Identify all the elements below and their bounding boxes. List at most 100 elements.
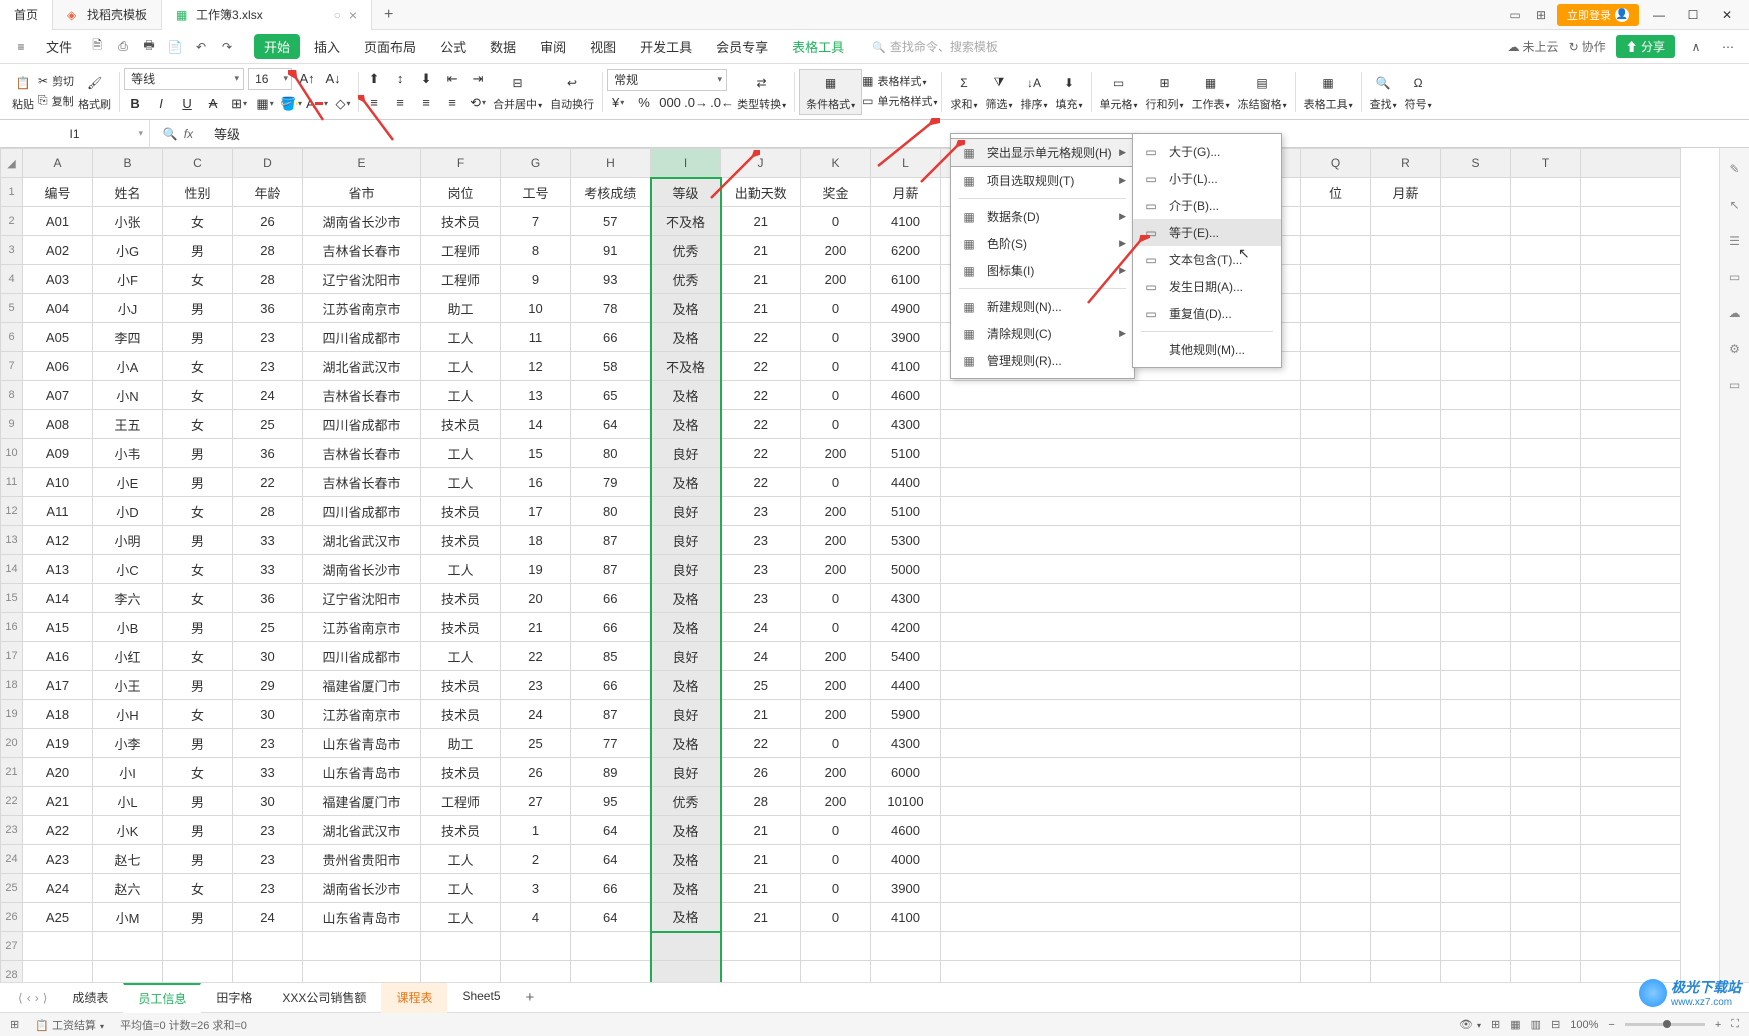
mode-icon[interactable]: ⊞ xyxy=(10,1018,19,1031)
cell-21-11[interactable]: 6000 xyxy=(871,758,941,787)
find-button[interactable]: 🔍查找▾ xyxy=(1366,72,1401,112)
col-header-T[interactable]: T xyxy=(1511,149,1581,178)
row-header-10[interactable]: 10 xyxy=(1,439,23,468)
cell-20-8[interactable]: 及格 xyxy=(651,729,721,758)
cell-10-8[interactable]: 良好 xyxy=(651,439,721,468)
cell-11-8[interactable]: 及格 xyxy=(651,468,721,497)
cell-16-1[interactable]: 小B xyxy=(93,613,163,642)
cell-14-4[interactable]: 湖南省长沙市 xyxy=(303,555,421,584)
cell-12-8[interactable]: 良好 xyxy=(651,497,721,526)
cell-19-11[interactable]: 5900 xyxy=(871,700,941,729)
cell-28-3[interactable] xyxy=(233,961,303,983)
col-header-B[interactable]: B xyxy=(93,149,163,178)
command-search[interactable]: 查找命令、搜索模板 xyxy=(858,38,998,55)
cell-4-11[interactable]: 6100 xyxy=(871,265,941,294)
autowrap-button[interactable]: ↩ 自动换行 xyxy=(546,72,598,112)
cell-15-9[interactable]: 23 xyxy=(721,584,801,613)
cell-2-10[interactable]: 0 xyxy=(801,207,871,236)
cell-13-9[interactable]: 23 xyxy=(721,526,801,555)
cell-19-6[interactable]: 24 xyxy=(501,700,571,729)
cell-pattern-icon[interactable]: ▦▾ xyxy=(254,94,276,114)
cell-7-3[interactable]: 23 xyxy=(233,352,303,381)
cell-22-10[interactable]: 200 xyxy=(801,787,871,816)
row-header-5[interactable]: 5 xyxy=(1,294,23,323)
row-header-21[interactable]: 21 xyxy=(1,758,23,787)
cell-22-1[interactable]: 小L xyxy=(93,787,163,816)
strike-icon[interactable]: A xyxy=(202,94,224,114)
sum-button[interactable]: Σ求和▾ xyxy=(946,72,981,112)
menu-start[interactable]: 开始 xyxy=(254,34,300,59)
cell-13-11[interactable]: 5300 xyxy=(871,526,941,555)
cell-16-6[interactable]: 21 xyxy=(501,613,571,642)
cell-2-4[interactable]: 湖南省长沙市 xyxy=(303,207,421,236)
cell-24-10[interactable]: 0 xyxy=(801,845,871,874)
cell-5-11[interactable]: 4900 xyxy=(871,294,941,323)
cell-8-8[interactable]: 及格 xyxy=(651,381,721,410)
align-center-icon[interactable]: ≡ xyxy=(389,93,411,113)
cell-9-8[interactable]: 及格 xyxy=(651,410,721,439)
cell-15-5[interactable]: 技术员 xyxy=(421,584,501,613)
row-header-17[interactable]: 17 xyxy=(1,642,23,671)
cell-10-4[interactable]: 吉林省长春市 xyxy=(303,439,421,468)
menu1-item-0[interactable]: ▦ 突出显示单元格规则(H) ▶ xyxy=(950,138,1135,167)
cell-16-4[interactable]: 江苏省南京市 xyxy=(303,613,421,642)
copy-button[interactable]: 复制 xyxy=(52,93,74,109)
cell-9-1[interactable]: 王五 xyxy=(93,410,163,439)
maximize-button[interactable]: ☐ xyxy=(1679,1,1707,29)
font-grow-icon[interactable]: A↑ xyxy=(296,69,318,89)
cell-6-7[interactable]: 66 xyxy=(571,323,651,352)
cell-12-9[interactable]: 23 xyxy=(721,497,801,526)
cell-4-4[interactable]: 辽宁省沈阳市 xyxy=(303,265,421,294)
cell-20-1[interactable]: 小李 xyxy=(93,729,163,758)
cell-6-3[interactable]: 23 xyxy=(233,323,303,352)
cell-11-6[interactable]: 16 xyxy=(501,468,571,497)
cell-10-9[interactable]: 22 xyxy=(721,439,801,468)
menu-view[interactable]: 视图 xyxy=(580,33,626,60)
cell-14-0[interactable]: A13 xyxy=(23,555,93,584)
undo-icon[interactable]: ↶ xyxy=(190,36,212,58)
sheet-tab-4[interactable]: 课程表 xyxy=(381,983,447,1013)
cell-4-5[interactable]: 工程师 xyxy=(421,265,501,294)
align-dist-icon[interactable]: ≡ xyxy=(441,93,463,113)
cell-9-6[interactable]: 14 xyxy=(501,410,571,439)
col-header-E[interactable]: E xyxy=(303,149,421,178)
cell-header-10[interactable]: 奖金 xyxy=(801,178,871,207)
cell-22-11[interactable]: 10100 xyxy=(871,787,941,816)
cell-14-5[interactable]: 工人 xyxy=(421,555,501,584)
dec-dec-icon[interactable]: .0← xyxy=(711,93,733,113)
cell-2-5[interactable]: 技术员 xyxy=(421,207,501,236)
percent-icon[interactable]: % xyxy=(633,93,655,113)
cell-23-4[interactable]: 湖北省武汉市 xyxy=(303,816,421,845)
worksheet-button[interactable]: ▦工作表▾ xyxy=(1188,72,1234,112)
fx-icon[interactable]: fx xyxy=(184,127,193,141)
align-left-icon[interactable]: ≡ xyxy=(363,93,385,113)
sidebar-clipboard-icon[interactable]: ☰ xyxy=(1726,232,1744,250)
cell-16-7[interactable]: 66 xyxy=(571,613,651,642)
cell-9-0[interactable]: A08 xyxy=(23,410,93,439)
row-header-4[interactable]: 4 xyxy=(1,265,23,294)
menu1-item-4[interactable]: ▦ 图标集(I) ▶ xyxy=(951,257,1134,284)
cell-5-6[interactable]: 10 xyxy=(501,294,571,323)
cell-28-2[interactable] xyxy=(163,961,233,983)
cell-13-0[interactable]: A12 xyxy=(23,526,93,555)
cell-5-10[interactable]: 0 xyxy=(801,294,871,323)
cell-13-1[interactable]: 小明 xyxy=(93,526,163,555)
cell-19-7[interactable]: 87 xyxy=(571,700,651,729)
cell-header-5[interactable]: 岗位 xyxy=(421,178,501,207)
cell-20-10[interactable]: 0 xyxy=(801,729,871,758)
cell-13-10[interactable]: 200 xyxy=(801,526,871,555)
cell-2-0[interactable]: A01 xyxy=(23,207,93,236)
cell-19-4[interactable]: 江苏省南京市 xyxy=(303,700,421,729)
cell-17-10[interactable]: 200 xyxy=(801,642,871,671)
cell-4-3[interactable]: 28 xyxy=(233,265,303,294)
cell-header-6[interactable]: 工号 xyxy=(501,178,571,207)
row-header-23[interactable]: 23 xyxy=(1,816,23,845)
cell-10-6[interactable]: 15 xyxy=(501,439,571,468)
cell-22-6[interactable]: 27 xyxy=(501,787,571,816)
align-top-icon[interactable]: ⬆ xyxy=(363,69,385,89)
cell-18-4[interactable]: 福建省厦门市 xyxy=(303,671,421,700)
cell-22-7[interactable]: 95 xyxy=(571,787,651,816)
cell-16-11[interactable]: 4200 xyxy=(871,613,941,642)
sidebar-cloud-icon[interactable]: ☁ xyxy=(1726,304,1744,322)
cell-15-2[interactable]: 女 xyxy=(163,584,233,613)
